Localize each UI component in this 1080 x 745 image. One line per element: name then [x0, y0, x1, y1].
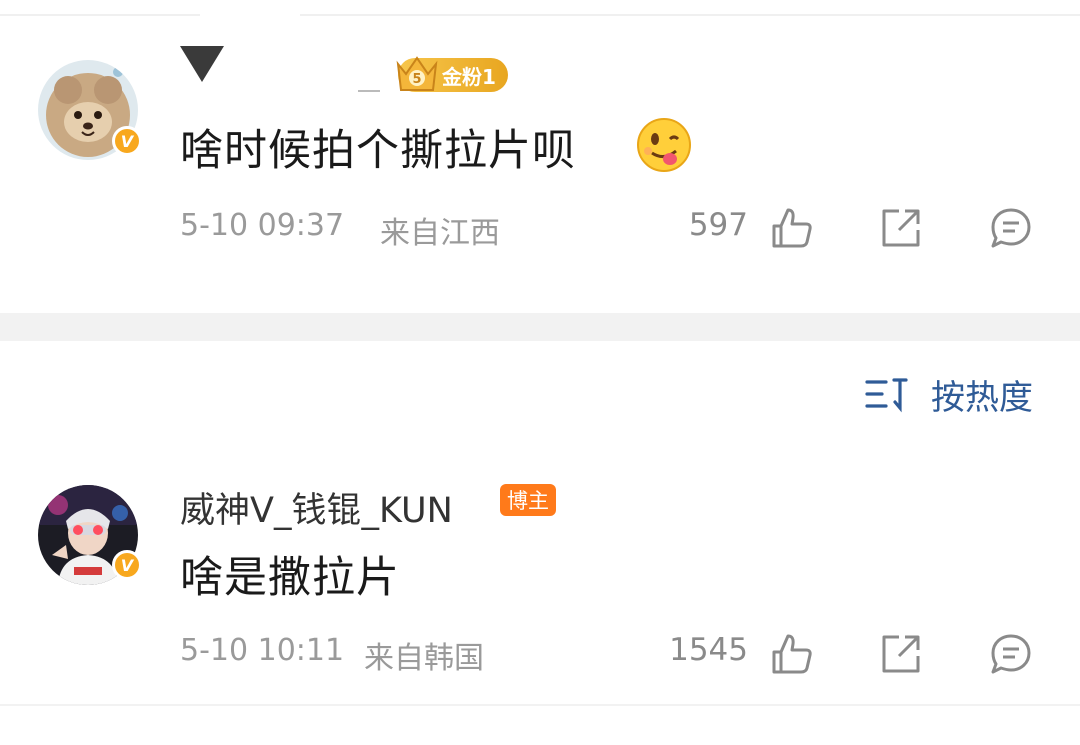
- like-icon[interactable]: [770, 206, 814, 250]
- like-count: 1545: [669, 632, 748, 668]
- host-badge-label: 博主: [507, 489, 549, 513]
- sort-icon: [864, 375, 908, 417]
- comment-time: 5-10 09:37: [180, 208, 345, 243]
- verified-badge-icon: V: [112, 550, 142, 580]
- like-icon[interactable]: [770, 632, 814, 676]
- host-badge: 博主: [500, 484, 556, 516]
- comment-item: V 金粉1 5 啥时候拍个撕拉片呗 5-10 09:37 来自江西 597: [0, 20, 1080, 310]
- sort-label: 按热度: [931, 378, 1033, 418]
- top-divider: [0, 14, 1080, 16]
- reply-icon[interactable]: [989, 632, 1033, 676]
- username-underline: [358, 90, 380, 92]
- bottom-divider: [0, 704, 1080, 706]
- verified-badge-icon: V: [112, 126, 142, 156]
- username[interactable]: 威神V_钱锟_KUN: [180, 482, 453, 533]
- like-count: 597: [688, 207, 748, 243]
- comment-text-body: 啥时候拍个撕拉片呗: [180, 126, 576, 176]
- share-icon[interactable]: [879, 206, 923, 250]
- fan-badge-label: 金粉1: [442, 64, 496, 89]
- comment-text: 啥是撒拉片: [180, 553, 400, 603]
- comment-location: 来自韩国: [364, 641, 484, 676]
- tongue-out-emoji-icon: [636, 117, 692, 177]
- username-mask-icon: [178, 44, 226, 88]
- comment-time: 5-10 10:11: [180, 633, 345, 668]
- reply-icon[interactable]: [989, 206, 1033, 250]
- share-icon[interactable]: [879, 632, 923, 676]
- sort-control[interactable]: 按热度: [864, 370, 1044, 418]
- comment-location: 来自江西: [380, 216, 500, 251]
- comment-text: 啥时候拍个撕拉片呗: [180, 116, 576, 178]
- comment-item: V 威神V_钱锟_KUN 博主 啥是撒拉片 5-10 10:11 来自韩国 15…: [0, 470, 1080, 700]
- crown-icon: 5: [392, 50, 442, 100]
- svg-text:5: 5: [412, 72, 421, 87]
- section-divider: [0, 313, 1080, 341]
